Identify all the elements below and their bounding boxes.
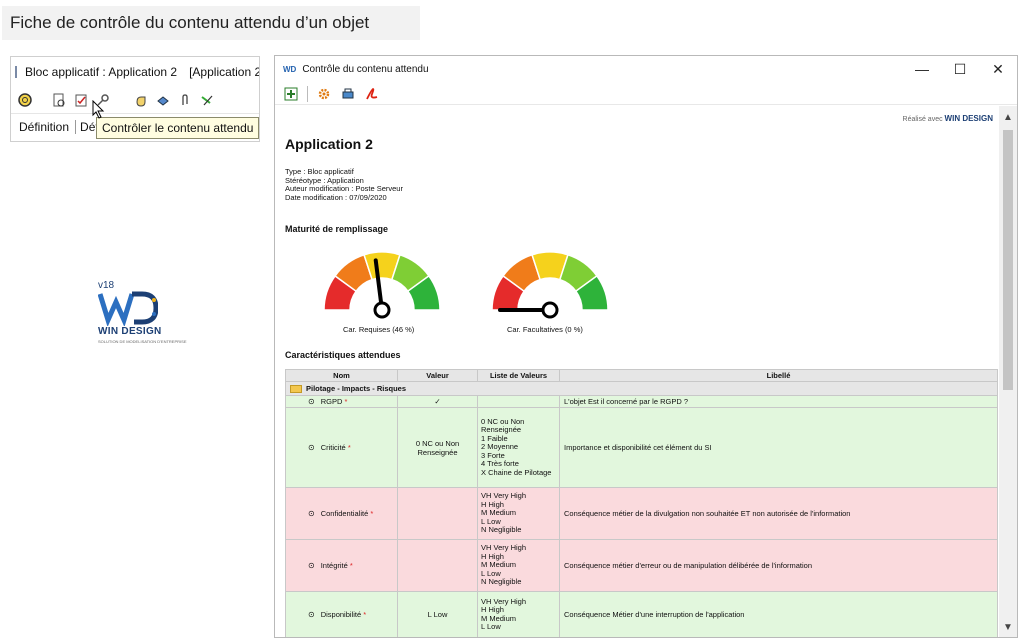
row-label: Conséquence métier de la divulgation non…: [559, 487, 998, 540]
settings-icon[interactable]: [316, 86, 332, 102]
bullet-icon: ⊙: [308, 610, 315, 619]
app-logo-icon: WD: [283, 65, 297, 74]
hand-icon[interactable]: [133, 92, 149, 108]
col-libelle[interactable]: Libellé: [559, 369, 998, 382]
windesign-logo: v18 WIN DESIGN SOLUTION DE MODELISATION …: [92, 280, 186, 346]
report-meta: Type : Bloc applicatif Stéréotype : Appl…: [285, 167, 403, 202]
row-label: Importance et disponibilité cet élément …: [559, 407, 998, 488]
gauge-required-label: Car. Requises (46 %): [343, 325, 415, 334]
link-objects-icon[interactable]: [199, 92, 215, 108]
row-label: L'objet Est il concerné par le RGPD ?: [559, 395, 998, 408]
check-content-icon[interactable]: [73, 92, 89, 108]
bullet-icon: ⊙: [308, 443, 315, 452]
section-maturity: Maturité de remplissage: [285, 224, 389, 234]
list-value: 0 NC ou Non Renseignée: [481, 416, 525, 435]
expand-icon[interactable]: [283, 86, 299, 102]
table-row[interactable]: ⊙ Intégrité * VH Very High H High M Medium L …: [285, 539, 998, 592]
content-check-window: WD Contrôle du contenu attendu — ☐ ✕ Réa…: [274, 55, 1018, 638]
col-nom[interactable]: Nom: [285, 369, 398, 382]
wd-logo-icon: [98, 291, 158, 326]
col-liste[interactable]: Liste de Valeurs: [477, 369, 560, 382]
table-header: Nom Valeur Liste de Valeurs Libellé: [285, 369, 998, 382]
required-marker: *: [349, 561, 353, 570]
gauge-optional: [491, 251, 609, 319]
row-name: Criticité: [320, 443, 346, 452]
row-label: Conséquence Métier d'une interruption de…: [559, 591, 998, 637]
required-marker: *: [363, 610, 367, 619]
gauge-hub: [373, 301, 391, 319]
print-icon[interactable]: [340, 86, 356, 102]
gauge-hub: [541, 301, 559, 319]
row-value-list: VH Very High H High M Medium L Low N Negligi…: [477, 539, 560, 592]
layers-icon[interactable]: [155, 92, 171, 108]
bullet-icon: ⊙: [308, 397, 315, 406]
vertical-scrollbar[interactable]: ▲ ▼: [999, 106, 1017, 637]
maximize-button[interactable]: ☐: [941, 61, 979, 78]
gauge-optional-label: Car. Facultatives (0 %): [507, 325, 583, 334]
row-name: Intégrité: [320, 561, 348, 570]
row-label: Conséquence métier d'erreur ou de manipu…: [559, 539, 998, 592]
scroll-up-icon[interactable]: ▲: [1003, 112, 1013, 123]
mouse-cursor-icon: [92, 100, 105, 119]
gauge-required: [323, 251, 441, 319]
row-value-list: [477, 395, 560, 408]
paperclip-icon[interactable]: [177, 92, 193, 108]
section-expected: Caractéristiques attendues: [285, 350, 401, 360]
report-toolbar: [275, 83, 1017, 105]
list-value: N Negligible: [481, 525, 522, 535]
scroll-thumb[interactable]: [1003, 130, 1013, 390]
row-name: RGPD: [320, 397, 343, 406]
minimize-button[interactable]: —: [903, 61, 941, 78]
table-row[interactable]: ⊙ RGPD * ✓ L'objet Est il concerné par le R…: [285, 395, 998, 408]
required-marker: *: [347, 443, 351, 452]
object-window-title: Bloc applicatif : Application 2: [25, 65, 178, 79]
slide-title: Fiche de contrôle du contenu attendu d’u…: [2, 6, 420, 40]
object-window-titlebar: Bloc applicatif : Application 2 [Applica…: [11, 57, 259, 87]
window-titlebar: WD Contrôle du contenu attendu — ☐ ✕: [275, 56, 1017, 83]
row-value: L Low: [397, 591, 478, 637]
object-window-title-extra: [Application 2: [189, 65, 260, 79]
bullet-icon: ⊙: [308, 561, 315, 570]
row-value: 0 NC ou Non Renseignée: [397, 407, 478, 488]
document-search-icon[interactable]: [51, 92, 67, 108]
made-with: Réalisé avec WIN DESIGN: [902, 114, 993, 123]
logo-tagline: SOLUTION DE MODELISATION D'ENTREPRISE: [98, 339, 187, 344]
window-title: Contrôle du contenu attendu: [302, 64, 429, 75]
required-marker: *: [370, 509, 374, 518]
table-row[interactable]: ⊙ Criticité * 0 NC ou Non Renseignée 0 NC o…: [285, 407, 998, 488]
circle-icon[interactable]: [17, 92, 33, 108]
col-valeur[interactable]: Valeur: [397, 369, 478, 382]
window-icon: [15, 66, 17, 78]
list-value: N Negligible: [481, 577, 522, 587]
list-value: X Chaine de Pilotage: [481, 467, 552, 477]
scroll-down-icon[interactable]: ▼: [1003, 622, 1013, 633]
report-title: Application 2: [285, 136, 373, 152]
tooltip: Contrôler le contenu attendu: [96, 117, 260, 139]
row-name: Disponibilité: [320, 610, 362, 619]
group-row[interactable]: Pilotage - Impacts - Risques: [285, 381, 998, 396]
table-row[interactable]: ⊙ Disponibilité * L Low VH Very High H High M…: [285, 591, 998, 637]
row-value: ✓: [397, 395, 478, 408]
row-value-list: 0 NC ou Non Renseignée 1 Faible 2 Moyenne 3…: [477, 407, 560, 488]
row-value-list: VH Very High H High M Medium L Low N Negligi…: [477, 487, 560, 540]
bullet-icon: ⊙: [308, 509, 315, 518]
folder-icon: [290, 385, 302, 393]
logo-name: WIN DESIGN: [98, 326, 162, 337]
close-button[interactable]: ✕: [979, 61, 1017, 78]
meta-date: Date modification : 07/09/2020: [285, 192, 387, 202]
object-toolbar: [11, 87, 259, 113]
tab-definition[interactable]: Définition: [19, 119, 77, 134]
row-value: [397, 487, 478, 540]
row-value-list: VH Very High H High M Medium L Low: [477, 591, 560, 637]
table-row[interactable]: ⊙ Confidentialité * VH Very High H High M Me…: [285, 487, 998, 540]
row-value: [397, 539, 478, 592]
row-name: Confidentialité: [320, 509, 369, 518]
pdf-icon[interactable]: [364, 86, 380, 102]
characteristics-table: Nom Valeur Liste de Valeurs Libellé Pilo…: [285, 369, 998, 637]
report-content: Réalisé avec WIN DESIGN Application 2 Ty…: [275, 106, 1001, 637]
required-marker: *: [344, 397, 348, 406]
list-value: L Low: [481, 622, 501, 631]
group-label: Pilotage - Impacts - Risques: [306, 383, 407, 393]
